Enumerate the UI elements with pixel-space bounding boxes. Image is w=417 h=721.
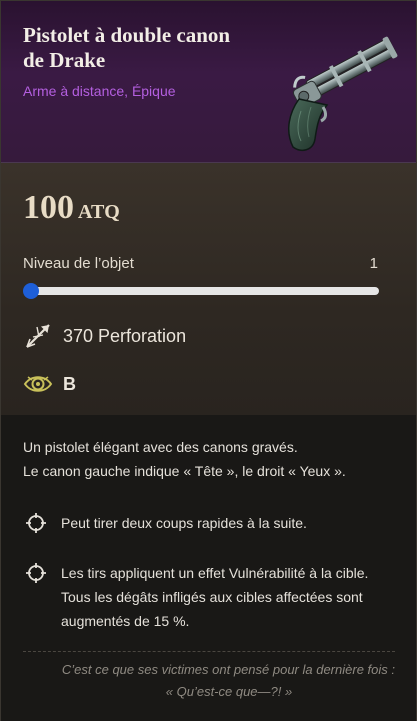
perk-perception: B: [23, 369, 76, 399]
crosshair-icon: [26, 513, 46, 533]
flavor-quote-line-2: « Qu’est-ce que—?! »: [165, 684, 293, 699]
flavor-quote: C’est ce que ses victimes ont pensé pour…: [23, 659, 395, 703]
attack-value: 100: [23, 189, 74, 226]
perk-perception-grade: B: [63, 373, 76, 394]
perk-perforation-text: 370 Perforation: [63, 325, 187, 346]
item-stats: 100 ATQ Niveau de l’objet 1 370 Perforati…: [1, 163, 416, 415]
description-line-1: Un pistolet élégant avec des canons grav…: [23, 439, 298, 455]
crosshair-icon: [26, 563, 46, 583]
perk-perforation: 370 Perforation: [23, 321, 186, 351]
attack-stat: 100 ATQ: [23, 189, 120, 227]
flavor-quote-line-1: C’est ce que ses victimes ont pensé pour…: [61, 662, 395, 677]
eye-icon: [23, 376, 53, 392]
effect-bullet: Les tirs appliquent un effet Vulnérabili…: [25, 561, 391, 633]
arrow-pierce-icon: [26, 324, 50, 348]
attack-unit: ATQ: [78, 201, 120, 223]
item-type-rarity: Arme à distance, Épique: [23, 83, 176, 99]
item-level-slider[interactable]: [23, 283, 379, 299]
item-description: Un pistolet élégant avec des canons grav…: [1, 415, 416, 721]
item-level-value: 1: [369, 255, 378, 272]
description-line-2: Le canon gauche indique « Tête », le dro…: [23, 463, 346, 479]
description-text: Un pistolet élégant avec des canons grav…: [23, 435, 403, 483]
item-header: Pistolet à double canon de Drake Arme à …: [1, 1, 416, 163]
effect-text: Les tirs appliquent un effet Vulnérabili…: [61, 565, 369, 629]
slider-thumb[interactable]: [23, 283, 39, 299]
double-barrel-pistol-icon: [287, 36, 398, 152]
item-level-label: Niveau de l’objet: [23, 255, 134, 272]
divider: [23, 651, 395, 652]
item-tooltip: Pistolet à double canon de Drake Arme à …: [0, 0, 417, 721]
item-name: Pistolet à double canon de Drake: [23, 23, 231, 72]
effect-text: Peut tirer deux coups rapides à la suite…: [61, 515, 307, 531]
effect-bullet: Peut tirer deux coups rapides à la suite…: [25, 511, 391, 535]
